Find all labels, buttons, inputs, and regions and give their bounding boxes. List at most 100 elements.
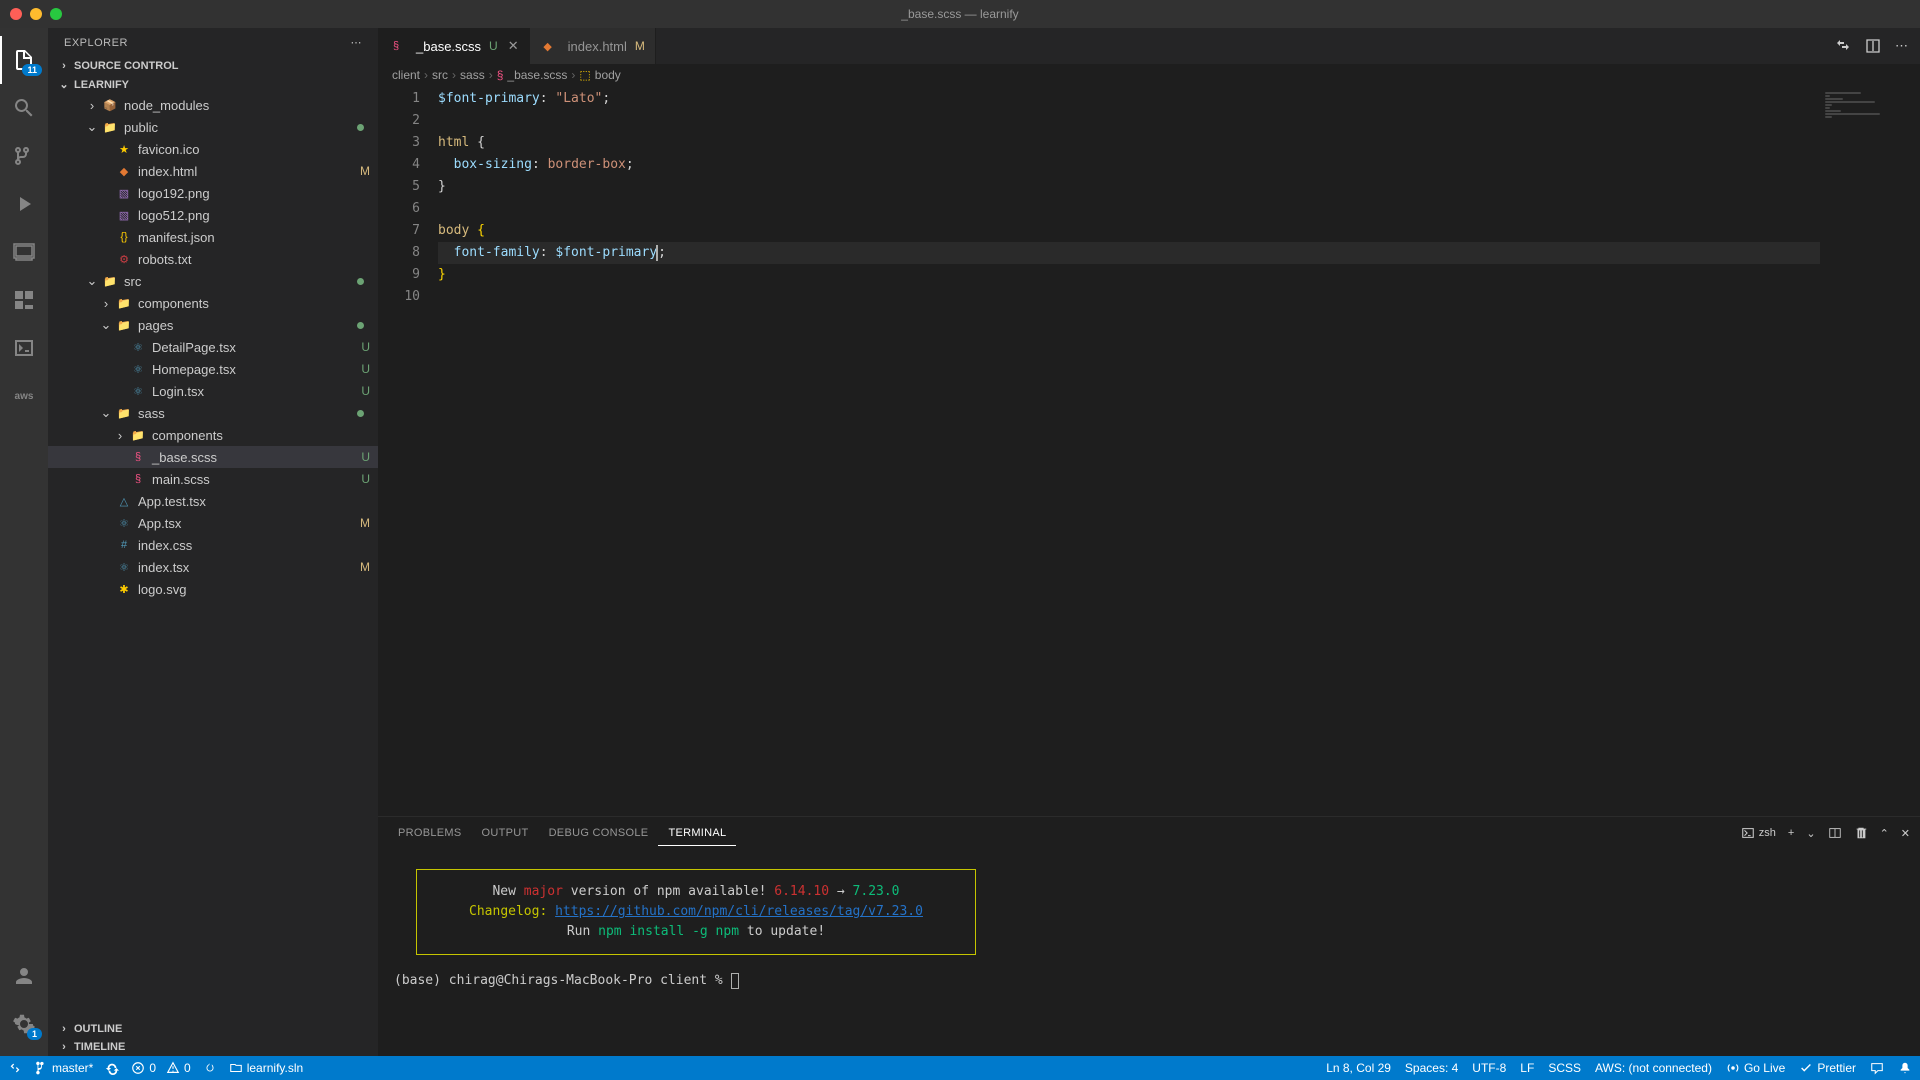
trash-icon[interactable] bbox=[1854, 826, 1868, 840]
editor-tab[interactable]: §_base.scssU✕ bbox=[378, 28, 530, 64]
code-line[interactable]: box-sizing: border-box; bbox=[438, 154, 1820, 176]
terminal-output[interactable]: New major version of npm available! 6.14… bbox=[378, 849, 1920, 1056]
flame-indicator[interactable] bbox=[203, 1061, 217, 1075]
file-item[interactable]: ⚛Homepage.tsxU bbox=[48, 358, 378, 380]
breadcrumb-item[interactable]: client bbox=[392, 68, 420, 82]
file-item[interactable]: ◆index.htmlM bbox=[48, 160, 378, 182]
code-line[interactable]: } bbox=[438, 176, 1820, 198]
panel-tab-terminal[interactable]: TERMINAL bbox=[658, 821, 736, 846]
activity-remote[interactable] bbox=[0, 228, 48, 276]
solution-file[interactable]: learnify.sln bbox=[229, 1061, 303, 1075]
panel-tab-output[interactable]: OUTPUT bbox=[472, 821, 539, 845]
file-item[interactable]: §main.scssU bbox=[48, 468, 378, 490]
file-icon: ▧ bbox=[116, 207, 132, 223]
file-item[interactable]: ⚛DetailPage.tsxU bbox=[48, 336, 378, 358]
activity-source-control[interactable] bbox=[0, 132, 48, 180]
split-terminal-icon[interactable] bbox=[1828, 826, 1842, 840]
encoding[interactable]: UTF-8 bbox=[1472, 1061, 1506, 1075]
folder-item[interactable]: ›📁components bbox=[48, 292, 378, 314]
remote-indicator[interactable] bbox=[8, 1061, 22, 1075]
code-line[interactable] bbox=[438, 286, 1820, 308]
panel-tab-debug[interactable]: DEBUG CONSOLE bbox=[539, 821, 659, 845]
split-editor-icon[interactable] bbox=[1865, 38, 1881, 54]
file-item[interactable]: ▧logo192.png bbox=[48, 182, 378, 204]
file-item[interactable]: ★favicon.ico bbox=[48, 138, 378, 160]
breadcrumb-item[interactable]: sass bbox=[460, 68, 485, 82]
terminal-shell-select[interactable]: zsh bbox=[1741, 826, 1776, 840]
more-actions-icon[interactable]: ⋯ bbox=[1895, 38, 1908, 54]
activity-search[interactable] bbox=[0, 84, 48, 132]
file-item[interactable]: ✱logo.svg bbox=[48, 578, 378, 600]
cursor-position[interactable]: Ln 8, Col 29 bbox=[1326, 1061, 1391, 1075]
activity-terminal[interactable] bbox=[0, 324, 48, 372]
folder-item[interactable]: ⌄📁public bbox=[48, 116, 378, 138]
activity-run-debug[interactable] bbox=[0, 180, 48, 228]
file-icon: ⚛ bbox=[116, 515, 132, 531]
editor-tab[interactable]: ◆index.htmlM bbox=[530, 28, 656, 64]
window-minimize-button[interactable] bbox=[30, 8, 42, 20]
feedback-icon[interactable] bbox=[1870, 1061, 1884, 1075]
compare-icon[interactable] bbox=[1835, 38, 1851, 54]
file-item[interactable]: §_base.scssU bbox=[48, 446, 378, 468]
language-mode[interactable]: SCSS bbox=[1548, 1061, 1581, 1075]
file-item[interactable]: #index.css bbox=[48, 534, 378, 556]
window-close-button[interactable] bbox=[10, 8, 22, 20]
section-project[interactable]: ⌄ LEARNIFY bbox=[48, 75, 378, 94]
section-outline[interactable]: › OUTLINE bbox=[48, 1020, 378, 1038]
code-line[interactable] bbox=[438, 198, 1820, 220]
eol[interactable]: LF bbox=[1520, 1061, 1534, 1075]
window-maximize-button[interactable] bbox=[50, 8, 62, 20]
git-modified-dot bbox=[357, 410, 364, 417]
code-line[interactable]: html { bbox=[438, 132, 1820, 154]
close-panel-icon[interactable]: ✕ bbox=[1901, 827, 1910, 840]
breadcrumb[interactable]: client›src›sass›§ _base.scss›⬚ body bbox=[378, 64, 1920, 86]
chevron-right-icon: › bbox=[56, 1023, 72, 1035]
problems-count[interactable]: 0 0 bbox=[131, 1061, 190, 1075]
bell-icon[interactable] bbox=[1898, 1061, 1912, 1075]
minimap[interactable] bbox=[1820, 86, 1920, 816]
code-line[interactable] bbox=[438, 110, 1820, 132]
more-icon[interactable]: ⋯ bbox=[351, 36, 363, 49]
activity-settings[interactable]: 1 bbox=[0, 1000, 48, 1048]
file-item[interactable]: ⚙robots.txt bbox=[48, 248, 378, 270]
file-item[interactable]: ⚛App.tsxM bbox=[48, 512, 378, 534]
panel-tab-problems[interactable]: PROBLEMS bbox=[388, 821, 472, 845]
folder-item[interactable]: ›📁components bbox=[48, 424, 378, 446]
sync-button[interactable] bbox=[105, 1061, 119, 1075]
folder-item[interactable]: ⌄📁sass bbox=[48, 402, 378, 424]
activity-aws[interactable]: aws bbox=[0, 372, 48, 420]
code-line[interactable]: $font-primary: "Lato"; bbox=[438, 88, 1820, 110]
file-item[interactable]: {}manifest.json bbox=[48, 226, 378, 248]
new-terminal-icon[interactable]: + bbox=[1788, 827, 1794, 839]
activity-accounts[interactable] bbox=[0, 952, 48, 1000]
go-live[interactable]: Go Live bbox=[1726, 1061, 1785, 1075]
file-item[interactable]: △App.test.tsx bbox=[48, 490, 378, 512]
folder-item[interactable]: ⌄📁src bbox=[48, 270, 378, 292]
tree-item-label: sass bbox=[138, 406, 357, 421]
activity-extensions[interactable] bbox=[0, 276, 48, 324]
git-branch[interactable]: master* bbox=[34, 1061, 93, 1075]
aws-status[interactable]: AWS: (not connected) bbox=[1595, 1061, 1712, 1075]
activity-explorer[interactable]: 11 bbox=[0, 36, 48, 84]
code-line[interactable]: body { bbox=[438, 220, 1820, 242]
terminal-dropdown-icon[interactable]: ⌄ bbox=[1806, 827, 1815, 840]
breadcrumb-item[interactable]: src bbox=[432, 68, 448, 82]
activity-bar: 11 aws bbox=[0, 28, 48, 1056]
file-item[interactable]: ▧logo512.png bbox=[48, 204, 378, 226]
code-editor[interactable]: 12345678910 $font-primary: "Lato";html {… bbox=[378, 86, 1920, 816]
indentation[interactable]: Spaces: 4 bbox=[1405, 1061, 1458, 1075]
maximize-panel-icon[interactable]: ⌃ bbox=[1880, 827, 1889, 840]
breadcrumb-item[interactable]: ⬚ body bbox=[579, 68, 620, 82]
file-item[interactable]: ⚛Login.tsxU bbox=[48, 380, 378, 402]
file-icon: {} bbox=[116, 229, 132, 245]
file-item[interactable]: ⚛index.tsxM bbox=[48, 556, 378, 578]
prettier-status[interactable]: Prettier bbox=[1799, 1061, 1856, 1075]
code-line[interactable]: } bbox=[438, 264, 1820, 286]
close-tab-icon[interactable]: ✕ bbox=[508, 38, 519, 54]
code-line[interactable]: font-family: $font-primary; bbox=[438, 242, 1820, 264]
section-source-control[interactable]: › SOURCE CONTROL bbox=[48, 57, 378, 75]
folder-item[interactable]: ⌄📁pages bbox=[48, 314, 378, 336]
folder-item[interactable]: ›📦node_modules bbox=[48, 94, 378, 116]
breadcrumb-item[interactable]: § _base.scss bbox=[497, 68, 568, 82]
section-timeline[interactable]: › TIMELINE bbox=[48, 1038, 378, 1056]
